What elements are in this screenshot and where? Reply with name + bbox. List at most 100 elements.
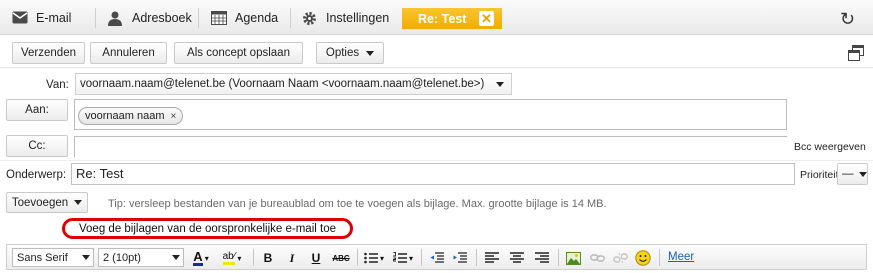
indent-button[interactable] [450,249,470,267]
insert-image-button[interactable] [563,249,583,267]
add-attachment-label: Toevoegen [11,196,69,209]
subject-label: Onderwerp: [6,169,67,181]
insert-emoticon-button[interactable] [633,249,653,267]
add-attachment-button[interactable]: Toevoegen [6,192,88,213]
align-right-icon [535,252,549,263]
cc-button[interactable]: Cc: [6,135,68,157]
strikethrough-button[interactable]: ABC [330,249,352,267]
font-size-value: 2 (10pt) [103,251,141,264]
cc-field[interactable] [74,136,787,157]
align-left-icon [485,252,499,263]
priority-label: Prioriteit: [800,169,842,181]
nav-divider [290,8,291,28]
options-button[interactable]: Opties [316,42,384,64]
calendar-icon [211,11,227,25]
recipient-token-label: voornaam naam [85,110,165,122]
nav-addressbook-label: Adresboek [132,11,192,25]
priority-value: — [842,168,854,180]
numbered-list-icon [392,252,407,263]
chevron-down-icon [74,200,83,205]
popout-window-icon[interactable] [848,45,864,64]
underline-button[interactable]: U [307,249,325,267]
nav-divider [95,8,96,28]
send-button[interactable]: Verzenden [12,42,85,64]
chevron-down-icon [172,255,180,260]
toolbar-divider [421,249,422,266]
nav-agenda-label: Agenda [235,11,279,25]
gear-icon [302,11,318,25]
subject-input[interactable]: Re: Test [71,163,795,185]
bullet-list-icon [364,252,378,264]
insert-link-button[interactable] [587,249,607,267]
from-label: Van: [46,79,69,91]
text-color-button[interactable]: A ▾ [189,249,213,267]
nav-email[interactable]: E-mail [12,9,71,27]
align-right-button[interactable] [532,249,552,267]
close-icon[interactable]: ✕ [479,11,494,26]
nav-email-label: E-mail [36,11,72,25]
italic-button[interactable]: I [283,249,301,267]
from-select-value: voornaam.naam@telenet.be (Voornaam Naam … [80,78,485,90]
smiley-icon [635,250,651,266]
from-select[interactable]: voornaam.naam@telenet.be (Voornaam Naam … [75,73,512,95]
font-family-select[interactable]: Sans Serif [12,248,94,267]
align-center-icon [510,252,524,263]
align-center-button[interactable] [507,249,527,267]
tab-re-test-label: Re: Test [418,11,467,26]
subject-input-value: Re: Test [76,166,124,181]
text-color-icon: A [193,248,203,266]
attach-original-label: Voeg de bijlagen van de oorspronkelijke … [79,222,336,235]
nav-settings-label: Instellingen [326,11,390,25]
bold-button[interactable]: B [259,249,277,267]
chevron-down-icon [496,82,504,87]
divider [0,160,873,161]
highlighter-icon: ab⁄ [222,251,236,265]
to-button[interactable]: Aan: [6,99,68,121]
nav-agenda[interactable]: Agenda [211,9,278,27]
priority-select[interactable]: — [837,163,868,185]
refresh-icon[interactable]: ↻ [840,9,855,30]
chevron-down-icon [82,255,90,260]
tab-re-test[interactable]: Re: Test ✕ [402,8,502,29]
chevron-down-icon: ▾ [237,253,242,263]
chevron-down-icon: ▾ [379,253,384,263]
toolbar-divider [558,249,559,266]
save-draft-button[interactable]: Als concept opslaan [174,42,303,64]
chevron-down-icon [858,171,867,177]
remove-link-button[interactable] [610,249,630,267]
remove-recipient-icon[interactable]: × [171,111,177,122]
nav-divider [198,8,199,28]
bullet-list-button[interactable]: ▾ [362,249,386,267]
divider [0,67,873,68]
toolbar-divider [659,249,660,266]
outdent-button[interactable] [427,249,447,267]
chevron-down-icon [366,50,375,56]
toolbar-divider [476,249,477,266]
chevron-down-icon: ▾ [408,253,413,263]
envelope-icon [12,11,28,25]
indent-icon [453,252,467,263]
font-family-value: Sans Serif [17,251,68,264]
font-size-select[interactable]: 2 (10pt) [98,248,184,267]
show-bcc-link[interactable]: Bcc weergeven [794,141,866,153]
numbered-list-button[interactable]: ▾ [391,249,415,267]
cancel-button[interactable]: Annuleren [90,42,167,64]
recipient-token[interactable]: voornaam naam × [78,107,184,125]
editor-toolbar: Sans Serif 2 (10pt) A ▾ ab⁄ ▾ B I U ABC … [6,244,867,270]
highlight-color-button[interactable]: ab⁄ ▾ [217,249,247,267]
outdent-icon [430,252,444,263]
attachment-tip: Tip: versleep bestanden van je bureaubla… [108,198,607,210]
toolbar-divider [357,249,358,266]
align-left-button[interactable] [482,249,502,267]
person-icon [108,11,124,26]
more-options-link[interactable]: Meer [668,251,694,263]
top-navigation: E-mail Adresboek Agenda Instellingen Re:… [0,0,873,35]
nav-settings[interactable]: Instellingen [302,9,389,27]
image-icon [565,251,581,265]
attach-original-link[interactable]: Voeg de bijlagen van de oorspronkelijke … [62,218,353,239]
link-icon [589,254,605,262]
toolbar-divider [253,249,254,266]
options-label: Opties [325,47,360,59]
unlink-icon [612,252,628,264]
nav-addressbook[interactable]: Adresboek [108,9,192,27]
